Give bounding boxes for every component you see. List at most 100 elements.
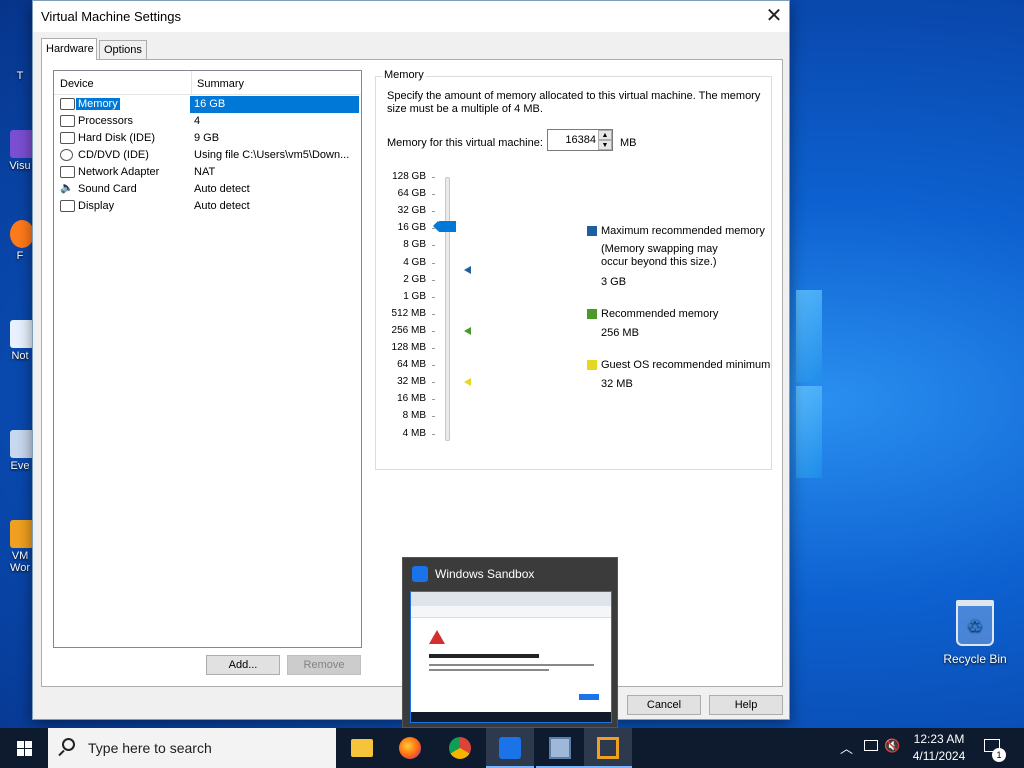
windows-start-icon (17, 741, 24, 748)
scale-tick-mark (432, 296, 435, 298)
taskbar-clock[interactable]: 12:23 AM 4/11/2024 (900, 731, 978, 765)
recommended-key-icon (587, 309, 597, 319)
recommended-marker-icon (464, 327, 471, 335)
tab-hardware[interactable]: Hardware (41, 38, 97, 60)
vmware-workstation-icon (597, 737, 619, 759)
scale-tick-mark (432, 330, 435, 332)
monitor-icon (60, 200, 75, 212)
memory-scale: 128 GB 64 GB 32 GB 16 GB 8 GB 4 GB 2 GB 1 GB 512… (376, 77, 773, 471)
memory-slider-track[interactable] (445, 177, 450, 441)
scale-tick-label: 8 GB (403, 239, 426, 251)
device-row-hard-disk[interactable]: Hard Disk (IDE) 9 GB (58, 130, 359, 147)
max-recommended-label: Maximum recommended memory (601, 225, 765, 237)
scale-tick-mark (432, 416, 435, 418)
clock-date: 4/11/2024 (912, 749, 966, 763)
network-adapter-icon (60, 166, 75, 178)
device-row-sound-card[interactable]: 🔈 Sound Card Auto detect (58, 181, 359, 198)
warning-icon (429, 630, 445, 644)
recycle-bin[interactable]: Recycle Bin (940, 600, 1010, 666)
recycle-bin-label: Recycle Bin (943, 652, 1007, 666)
notification-center[interactable]: 1 (982, 728, 1012, 768)
scale-tick-mark (432, 382, 435, 384)
guest-min-value: 32 MB (601, 378, 633, 390)
scale-tick-label: 512 MB (391, 307, 426, 319)
scale-tick-mark (432, 433, 435, 435)
column-header-summary[interactable]: Summary (197, 78, 244, 90)
network-icon[interactable] (864, 740, 878, 751)
clock-time: 12:23 AM (913, 732, 965, 746)
taskbar-firefox[interactable] (386, 728, 434, 768)
scale-tick-label: 2 GB (403, 273, 426, 285)
taskbar-chrome[interactable] (436, 728, 484, 768)
device-list[interactable]: Device Summary Memory 16 GB Processors 4… (53, 70, 362, 648)
cancel-button[interactable]: Cancel (627, 695, 701, 715)
taskbar-search-box[interactable]: Type here to search (48, 728, 336, 768)
scale-tick-mark (432, 313, 435, 315)
recommended-label: Recommended memory (601, 308, 719, 320)
device-row-network-adapter[interactable]: Network Adapter NAT (58, 164, 359, 181)
scale-tick-mark (432, 348, 435, 349)
taskbar-windows-sandbox[interactable] (486, 728, 534, 768)
sandbox-taskbar-preview[interactable]: Windows Sandbox (402, 557, 618, 728)
windows-logo-wallpaper (796, 290, 1024, 510)
close-icon[interactable]: ✕ (759, 1, 789, 32)
folder-icon (351, 739, 373, 757)
max-recommended-note: (Memory swapping may occur beyond this s… (601, 243, 718, 268)
volume-muted-icon[interactable]: 🔇 (884, 738, 900, 754)
notification-badge: 1 (992, 748, 1006, 762)
window-title: Virtual Machine Settings (41, 9, 181, 24)
memory-group: Memory Specify the amount of memory allo… (375, 69, 773, 471)
title-bar[interactable]: Virtual Machine Settings ✕ (33, 1, 789, 32)
scale-tick-label: 64 MB (397, 359, 426, 371)
memory-slider-thumb[interactable] (433, 221, 456, 232)
device-row-display[interactable]: Display Auto detect (58, 198, 359, 215)
processor-icon (60, 115, 75, 127)
scale-tick-label: 8 MB (402, 410, 426, 422)
guest-min-marker-icon (464, 378, 471, 386)
vmware-tool-icon (549, 737, 571, 759)
cd-dvd-icon (60, 149, 73, 161)
device-row-cd-dvd[interactable]: CD/DVD (IDE) Using file C:\Users\vm5\Dow… (58, 147, 359, 164)
guest-min-key-icon (587, 360, 597, 370)
guest-min-label: Guest OS recommended minimum (601, 359, 771, 371)
scale-tick-label: 32 GB (397, 205, 426, 217)
scale-tick-mark (432, 177, 435, 178)
taskbar-vmware-workstation[interactable] (584, 728, 632, 768)
windows-sandbox-icon (412, 566, 428, 582)
taskbar: Type here to search ︿ 🔇 12:23 AM 4/11/20… (0, 728, 1024, 768)
chevron-up-icon[interactable]: ︿ (840, 738, 853, 757)
device-list-header: Device Summary (54, 71, 361, 95)
column-header-device[interactable]: Device (60, 78, 94, 90)
scale-tick-label: 64 GB (397, 188, 426, 200)
recommended-value: 256 MB (601, 327, 639, 339)
search-icon (62, 738, 75, 751)
taskbar-file-explorer[interactable] (338, 728, 386, 768)
preview-thumbnail[interactable] (410, 591, 612, 723)
scale-tick-label: 16 GB (397, 222, 426, 234)
device-row-memory[interactable]: Memory 16 GB (58, 96, 359, 113)
add-device-button[interactable]: Add... (206, 655, 280, 675)
scale-tick-label: 16 MB (397, 393, 426, 405)
scale-tick-mark (432, 365, 435, 367)
speaker-icon: 🔈 (60, 181, 75, 194)
system-tray: ︿ 🔇 (838, 728, 900, 768)
start-button[interactable] (0, 728, 48, 768)
scale-tick-mark (432, 262, 435, 264)
hard-disk-icon (60, 132, 75, 144)
scale-tick-mark (432, 399, 435, 401)
scale-tick-label: 1 GB (403, 290, 426, 302)
taskbar-vmware-tool[interactable] (536, 728, 584, 768)
scale-tick-mark (432, 194, 435, 196)
tab-options[interactable]: Options (99, 40, 147, 60)
windows-sandbox-app-icon (499, 737, 521, 759)
help-button[interactable]: Help (709, 695, 783, 715)
scale-tick-label: 4 GB (403, 256, 426, 268)
scale-tick-label: 32 MB (397, 376, 426, 388)
preview-title: Windows Sandbox (435, 567, 535, 581)
remove-device-button[interactable]: Remove (287, 655, 361, 675)
scale-tick-mark (432, 245, 435, 247)
recycle-bin-icon (956, 600, 994, 646)
device-row-processors[interactable]: Processors 4 (58, 113, 359, 130)
scale-tick-label: 256 MB (391, 324, 426, 336)
max-recommended-marker-icon (464, 266, 471, 274)
